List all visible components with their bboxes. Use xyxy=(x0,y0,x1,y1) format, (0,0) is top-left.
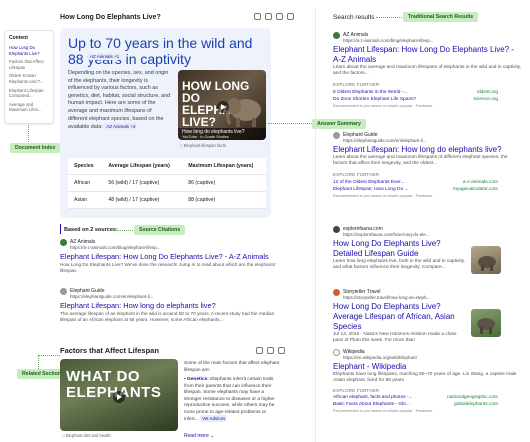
sources-header: Based on 2 sources: xyxy=(64,227,118,233)
explore-link[interactable]: Elephant Lifespan: How Long Do ... myagec… xyxy=(333,187,498,192)
wikipedia-icon xyxy=(333,349,340,356)
explore-link[interactable]: 8 Oldest Elephants in the World -... olde… xyxy=(333,90,498,95)
site-favicon-icon xyxy=(60,288,67,295)
source-tag[interactable]: AZ Animals +1 xyxy=(88,53,122,60)
site-favicon-icon xyxy=(333,132,340,139)
explore-link[interactable]: Do Zoos Shorten Elephant Life Spans? scie… xyxy=(333,97,498,102)
thumbs-up-icon[interactable] xyxy=(254,13,261,20)
source-item[interactable]: Elephant Guide https://elephantguide.com… xyxy=(60,288,280,324)
lifespan-table: Species Average Lifespan (years) Maximum… xyxy=(68,158,266,209)
header-actions xyxy=(254,13,294,20)
toc-item[interactable]: Factors that Affect Lifespan xyxy=(9,59,49,70)
play-icon[interactable] xyxy=(113,391,125,403)
elephant-image xyxy=(226,98,261,127)
answer-video-thumbnail[interactable]: HOW LONG DO ELEPHANTS LIVE? How long do … xyxy=(178,70,266,140)
section-actions xyxy=(256,347,285,354)
toc-item[interactable]: How Long Do Elephants Live? xyxy=(9,45,49,56)
result-thumbnail-image[interactable] xyxy=(471,246,501,274)
source-item[interactable]: AZ Animals https://a-z-animals.com/blog/… xyxy=(60,239,280,275)
annotation-leader xyxy=(115,230,135,231)
site-favicon-icon xyxy=(60,239,67,246)
source-title-link[interactable]: Elephant Lifespan: How long do elephants… xyxy=(60,301,280,311)
result-snippet: Learn about the average and maximum life… xyxy=(333,65,522,77)
annotation-leader xyxy=(268,123,312,124)
query-title: How Long Do Elephants Live? xyxy=(60,14,161,21)
site-favicon-icon xyxy=(333,226,340,233)
share-icon[interactable] xyxy=(287,13,294,20)
result-snippet: Elephants have long lifespans, reaching … xyxy=(333,372,517,384)
video-footer: □ Elephant lifespan facts xyxy=(180,143,226,148)
chevron-down-icon: ⌄ xyxy=(210,433,215,439)
search-result[interactable]: Storyteller Travel https://storyteller.tr… xyxy=(333,289,468,345)
search-results-header: Search results xyxy=(333,14,375,21)
annotation-source-citations: Source Citations xyxy=(134,225,186,235)
source-bar xyxy=(60,224,61,234)
source-title-link[interactable]: Elephant Lifespan: How Long Do Elephants… xyxy=(60,252,280,262)
answer-paragraph: Depending on the species, sex, and origi… xyxy=(68,70,171,131)
explore-further-label: EXPLORE FURTHER xyxy=(333,81,380,87)
related-section-title: Factors that Affect Lifespan xyxy=(60,346,159,355)
annotation-leader xyxy=(38,355,39,369)
answer-headline: Up to 70 years in the wild and 88 years … xyxy=(68,35,253,67)
toc-item[interactable]: Oldest Known Elephants and T... xyxy=(9,73,49,84)
recommended-note: Recommended to you based on what's popul… xyxy=(333,408,433,413)
related-video-thumbnail[interactable]: WHAT DO ELEPHANTS xyxy=(60,359,178,431)
result-title-link[interactable]: How Long Do Elephants Live? Detailed Lif… xyxy=(333,239,468,259)
annotation-traditional-results: Traditional Search Results xyxy=(403,12,479,22)
table-header: Maximum Lifespan (years) xyxy=(182,158,266,175)
read-more-link[interactable]: Read more ⌄ xyxy=(184,433,214,439)
annotation-answer-summary: Answer Summary xyxy=(312,119,366,129)
thumbs-down-icon[interactable] xyxy=(265,13,272,20)
annotation-leader xyxy=(376,17,402,18)
site-favicon-icon xyxy=(333,32,340,39)
result-title-link[interactable]: Elephant Lifespan: How Long Do Elephants… xyxy=(333,45,523,65)
copy-icon[interactable] xyxy=(278,347,285,354)
search-result[interactable]: Elephant Guide https://elephantguide.com/… xyxy=(333,132,523,198)
source-tag[interactable]: AZ Animals +3 xyxy=(104,123,138,131)
table-row: African 56 (wild) / 17 (captive) 86 (cap… xyxy=(68,174,266,192)
table-row: Asian 48 (wild) / 17 (captive) 88 (capti… xyxy=(68,191,266,209)
related-video-footer: □ Elephant diet and health xyxy=(62,433,111,438)
source-snippet: How Long Do Elephants Live? We've done t… xyxy=(60,262,276,274)
result-title-link[interactable]: Elephant - Wikipedia xyxy=(333,362,523,372)
explore-further-label: EXPLORE FURTHER xyxy=(333,171,380,177)
source-snippet: The average lifespan of an elephant in t… xyxy=(60,311,275,323)
annotation-leader xyxy=(38,355,60,356)
table-header: Species xyxy=(68,158,103,175)
explore-further-label: EXPLORE FURTHER xyxy=(333,387,380,393)
search-result[interactable]: Wikipedia https://en.wikipedia.org/wiki/E… xyxy=(333,349,523,413)
result-title-link[interactable]: Elephant Lifespan: How long do elephants… xyxy=(333,145,523,155)
video-channel: YouTube · In Grade Studies xyxy=(182,135,229,139)
result-snippet: Jul 13, 2015 · Nasa's New Horizons missi… xyxy=(333,332,457,344)
annotation-document-index: Document Index xyxy=(10,143,61,153)
copy-icon[interactable] xyxy=(276,13,283,20)
source-url: https://a-z-animals.com/blog/elephant-li… xyxy=(70,245,161,250)
result-thumbnail-image[interactable] xyxy=(471,309,501,337)
search-result[interactable]: AZ Animals https://a-z-animals.com/blog/e… xyxy=(333,32,523,108)
recommended-note: Recommended to you based on what's popul… xyxy=(333,193,433,198)
document-index-panel: Content How Long Do Elephants Live? Fact… xyxy=(4,30,54,124)
recommended-note: Recommended to you based on what's popul… xyxy=(333,103,433,108)
source-tag[interactable]: Vet Advices xyxy=(200,415,228,422)
toc-title: Content xyxy=(9,35,28,41)
related-section-text: Some of the main factors that affect ele… xyxy=(184,361,280,422)
result-snippet: Learn how long elephants live, both in t… xyxy=(333,259,466,271)
explore-link[interactable]: Basic Facts About Elephants - Glo... glob… xyxy=(333,402,498,407)
search-result[interactable]: explorefauna.com https://explorefauna.com… xyxy=(333,226,468,272)
thumbs-down-icon[interactable] xyxy=(267,347,274,354)
site-favicon-icon xyxy=(333,289,340,296)
table-header: Average Lifespan (years) xyxy=(102,158,183,175)
column-divider xyxy=(315,8,316,442)
toc-item[interactable]: Average and Maximum Lifes... xyxy=(9,102,49,113)
thumbs-up-icon[interactable] xyxy=(256,347,263,354)
annotation-leader xyxy=(28,125,29,142)
result-title-link[interactable]: How Long Do Elephants Live? Average Life… xyxy=(333,302,468,332)
explore-link[interactable]: African elephant, facts and photos -... n… xyxy=(333,395,498,400)
source-url: https://elephantguide.com/en/elephant-li… xyxy=(70,294,154,299)
result-snippet: Learn about the average and maximum life… xyxy=(333,155,508,167)
play-icon[interactable] xyxy=(217,101,229,113)
explore-link[interactable]: 12 of the Oldest Elephants Ever... a-z-an… xyxy=(333,180,498,185)
toc-item[interactable]: Elephant Lifespan: Compared... xyxy=(9,88,49,99)
